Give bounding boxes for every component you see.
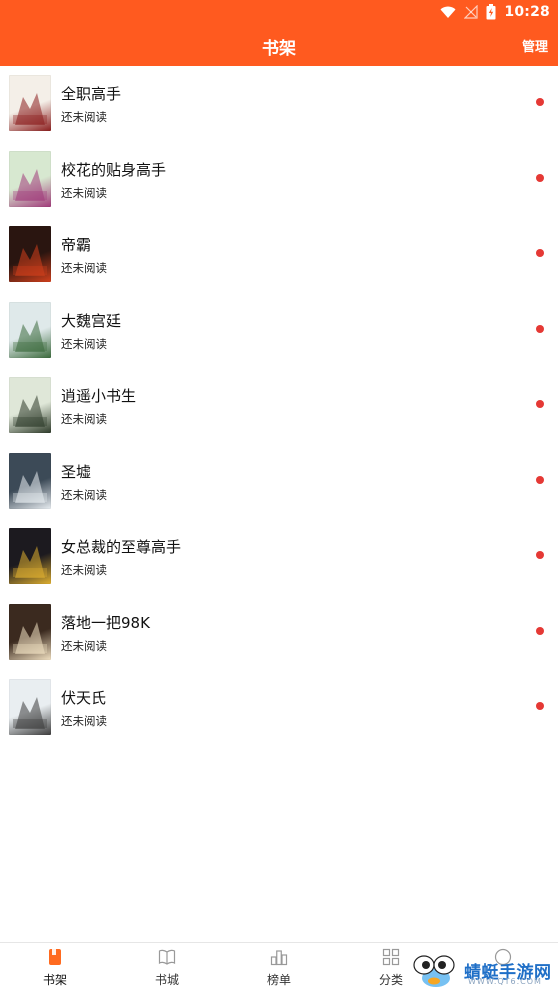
book-cover-art [9, 75, 51, 131]
bookshelf-icon [49, 949, 61, 965]
watermark: 蜻蜓手游网 WWW.QT6.COM [408, 946, 558, 992]
unread-dot [536, 324, 544, 333]
unread-dot [536, 249, 544, 257]
book-row[interactable]: 女总裁的至尊高手 还未阅读 [0, 519, 558, 595]
book-status: 还未阅读 [61, 336, 107, 351]
book-row[interactable]: 逍遥小书生 还未阅读 [0, 368, 558, 444]
book-cover-art [9, 452, 51, 509]
unread-dot [536, 400, 544, 408]
book-title: 伏天氏 [61, 689, 107, 707]
app-bar: 书架 管理 [0, 24, 558, 66]
book-list: 全职高手 还未阅读 校花的贴身高手 还未阅读 帝霸 还未阅读 大魏宫廷 还未阅读… [0, 66, 558, 746]
book-status: 还未阅读 [61, 261, 107, 275]
manage-button[interactable]: 管理 [522, 36, 548, 55]
book-cover-art [9, 301, 51, 358]
book-status: 还未阅读 [61, 110, 107, 124]
book-row[interactable]: 帝霸 还未阅读 [0, 217, 558, 293]
book-row[interactable]: 落地一把98K 还未阅读 [0, 595, 558, 671]
book-cover-art [9, 150, 51, 207]
grid-icon [382, 948, 400, 966]
book-cover [9, 226, 51, 282]
book-cover [9, 679, 51, 735]
unread-dot [536, 626, 544, 635]
book-cover [9, 75, 51, 131]
book-row[interactable]: 校花的贴身高手 还未阅读 [0, 142, 558, 218]
book-cover-art [9, 528, 51, 584]
tab-label: 书架 [42, 973, 67, 987]
book-title: 大魏宫廷 [61, 311, 122, 330]
book-title: 落地一把98K [61, 613, 150, 632]
unread-dot [536, 551, 544, 559]
book-cover-art [9, 679, 51, 735]
unread-dot [536, 173, 544, 182]
unread-dot [536, 702, 544, 710]
book-status: 还未阅读 [61, 412, 107, 426]
status-time: 10:28 [504, 4, 550, 20]
book-title: 帝霸 [61, 236, 92, 254]
book-cover [9, 377, 51, 433]
book-open-icon [158, 949, 176, 965]
book-title: 女总裁的至尊高手 [61, 538, 182, 556]
unread-dot [536, 475, 544, 484]
no-signal-icon [464, 5, 479, 19]
book-cover-art [9, 226, 51, 282]
book-row[interactable]: 伏天氏 还未阅读 [0, 670, 558, 746]
book-cover [9, 452, 51, 509]
tab-label: 书城 [154, 973, 179, 987]
book-title: 校花的贴身高手 [61, 160, 167, 179]
book-status: 还未阅读 [61, 714, 107, 728]
book-title: 逍遥小书生 [61, 387, 137, 405]
tab-ranking[interactable]: 榜单 [224, 943, 334, 993]
book-cover [9, 603, 51, 660]
book-status: 还未阅读 [61, 638, 107, 653]
book-cover-art [9, 377, 51, 433]
book-cover [9, 528, 51, 584]
book-cover [9, 301, 51, 358]
status-icons: 10:28 [440, 3, 550, 21]
page-title: 书架 [262, 39, 296, 59]
watermark-url: WWW.QT6.COM [468, 977, 542, 986]
unread-dot [536, 98, 544, 106]
tab-bookstore[interactable]: 书城 [112, 943, 222, 993]
book-cover [9, 150, 51, 207]
bar-chart-icon [270, 950, 288, 966]
book-row[interactable]: 大魏宫廷 还未阅读 [0, 293, 558, 369]
tab-label: 榜单 [266, 973, 291, 987]
book-row[interactable]: 全职高手 还未阅读 [0, 66, 558, 142]
status-bar: 10:28 [0, 0, 558, 24]
book-status: 还未阅读 [61, 185, 107, 200]
dragonfly-logo-icon [413, 955, 455, 987]
book-cover-art [9, 603, 51, 660]
book-status: 还未阅读 [61, 487, 107, 502]
book-title: 全职高手 [61, 85, 122, 103]
book-status: 还未阅读 [61, 563, 107, 577]
book-row[interactable]: 圣墟 还未阅读 [0, 444, 558, 520]
battery-charging-icon [486, 4, 496, 20]
tab-bookshelf[interactable]: 书架 [0, 943, 110, 993]
wifi-icon [440, 6, 456, 18]
book-title: 圣墟 [61, 462, 92, 481]
